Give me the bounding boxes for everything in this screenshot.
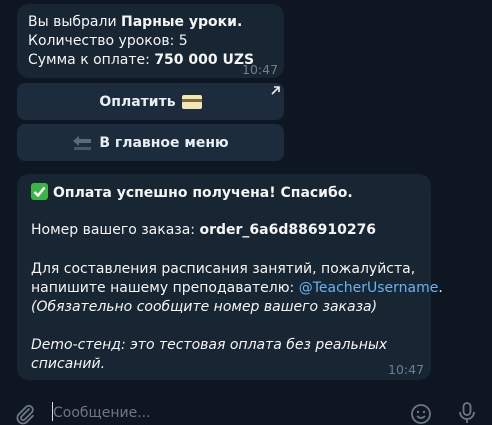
demo-notice-line2: списаний. [31,356,106,372]
check-mark-icon [31,183,48,200]
message-composer [0,395,492,425]
order-summary-message: Вы выбрали Парные уроки. Количество урок… [17,4,284,78]
microphone-icon[interactable] [457,401,477,425]
lesson-count: Количество уроков: 5 [28,33,188,49]
message-input[interactable] [53,403,393,423]
selection-label: Вы выбрали [28,14,122,30]
order-number-note: (Обязательно сообщите номер вашего заказ… [31,299,378,315]
amount-label: Сумма к оплате: [28,52,155,68]
credit-card-icon [181,94,202,109]
message-time: 10:47 [388,362,425,377]
amount-value: 750 000 UZS [154,52,255,68]
external-link-arrow-icon [271,86,280,95]
main-menu-button-label: В главное меню [99,134,229,151]
payment-success-message: Оплата успешно получена! Спасибо. Номер … [17,174,443,380]
teacher-username-link[interactable]: @TeacherUsername [299,280,439,296]
order-number-value: order_6a6d886910276 [199,222,377,238]
schedule-instruction-line1: Для составления расписания занятий, пожа… [31,261,416,277]
schedule-instruction-line2: напишите нашему преподавателю: @TeacherU… [31,279,443,298]
success-title-row: Оплата успешно получена! Спасибо. [31,183,353,203]
order-number-label: Номер вашего заказа: [31,222,200,238]
paperclip-icon[interactable] [14,403,36,425]
main-menu-button[interactable]: В главное меню [17,124,284,161]
contact-teacher-label: напишите нашему преподавателю: [31,280,299,296]
back-arrow-icon [73,135,92,150]
demo-notice-line1: Demo-стенд: это тестовая оплата без реал… [31,337,388,353]
order-number-row: Номер вашего заказа: order_6a6d886910276 [31,221,376,240]
pay-button-label: Оплатить [99,93,176,110]
sentence-end: . [438,280,443,296]
pay-button[interactable]: Оплатить [17,83,284,120]
selected-plan: Парные уроки. [121,14,243,30]
message-time: 10:47 [242,62,279,77]
emoji-smile-icon[interactable] [410,403,432,425]
order-summary-text: Вы выбрали Парные уроки. Количество урок… [28,13,254,70]
success-title: Оплата успешно получена! Спасибо. [53,185,353,201]
